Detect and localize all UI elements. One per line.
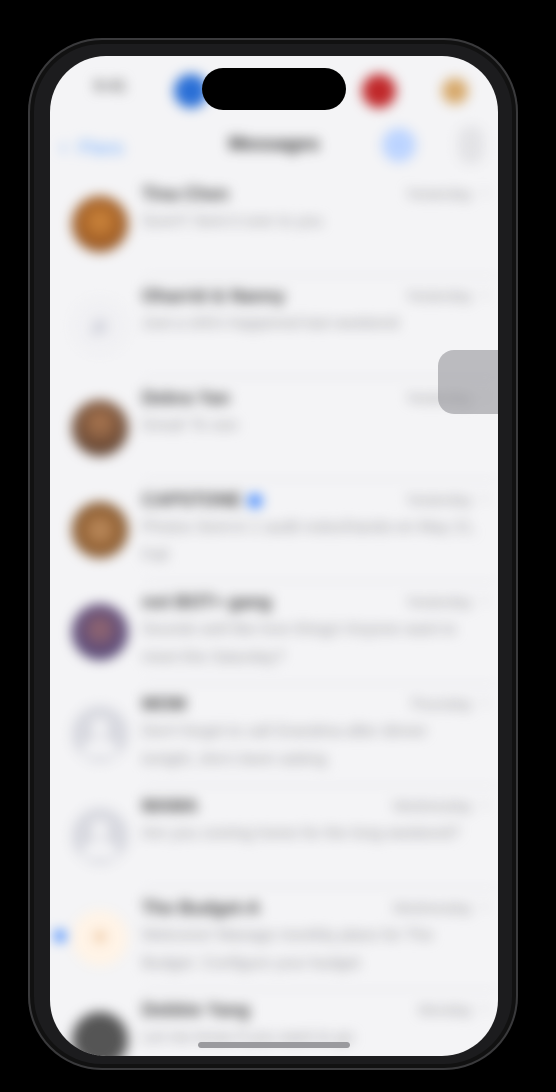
conversation-name: CAPSTONE [142, 490, 388, 511]
chevron-right-icon: › [482, 796, 488, 813]
conversation-time: Yesterday [405, 492, 472, 509]
conversation-time: Thursday [409, 696, 472, 713]
dynamic-island [202, 68, 346, 110]
conversation-time: Yesterday [405, 594, 472, 611]
avatar [72, 196, 128, 252]
conversation-preview: Sounds well like love things! Anyone wan… [142, 621, 456, 666]
status-time: 9:41 [94, 78, 127, 95]
more-icon[interactable] [458, 126, 484, 164]
conversation-name: Oharrid & Nanny [142, 286, 286, 306]
conversation-preview: Just a shit's happened last weekend [142, 315, 399, 332]
conversation-time: Monday [418, 1002, 472, 1019]
home-indicator[interactable] [198, 1042, 350, 1048]
conversation-preview: Don't forget to call Grandma after dinne… [142, 723, 427, 768]
conversation-time: Yesterday [405, 288, 472, 305]
conversation-name-text: CAPSTONE [142, 490, 242, 510]
avatar [72, 604, 128, 660]
conversation-row[interactable]: Tina Chen Yesterday › Sure!!! Sent it ov… [50, 174, 498, 276]
conversation-preview: Welcome! Manage monthly plans for The Bu… [142, 927, 434, 972]
conversation-preview: Sure!!! Sent it over to you [142, 213, 323, 230]
conversation-time: Yesterday [405, 186, 472, 203]
logo-icon: ✦ [72, 910, 128, 966]
avatar [72, 400, 128, 456]
conversation-preview: Are you coming home for the long weekend… [142, 825, 460, 842]
conversation-time: Wednesday [393, 900, 472, 917]
chevron-right-icon: › [482, 286, 488, 303]
avatar [72, 502, 128, 558]
conversation-row[interactable]: CAPSTONE Yesterday › Photos Sent-in 1 au… [50, 480, 498, 582]
chevron-right-icon: › [482, 490, 488, 507]
conversation-row[interactable]: not BOT+ gang Yesterday › Sounds well li… [50, 582, 498, 684]
chevron-right-icon: › [482, 184, 488, 201]
page-title: Messages [228, 134, 320, 155]
conversation-name: MAMA [142, 796, 198, 816]
conversation-name: not BOT+ gang [142, 592, 272, 612]
chevron-right-icon: › [482, 1000, 488, 1017]
conversation-name: Tina Chen [142, 184, 229, 204]
compose-icon[interactable] [382, 128, 416, 162]
person-icon [72, 706, 128, 762]
conversation-row[interactable]: Debra Yan Yesterday › Great! To see [50, 378, 498, 480]
battery-icon [442, 78, 468, 104]
conversation-name: The Budget-A [142, 898, 260, 918]
conversation-preview: Great! To see [142, 417, 238, 434]
chevron-right-icon: › [482, 898, 488, 915]
conversation-list: Tina Chen Yesterday › Sure!!! Sent it ov… [50, 174, 498, 1056]
conversation-name: Debbie Yang [142, 1000, 250, 1020]
unread-dot-icon [54, 930, 66, 942]
conversation-row[interactable]: MOM Thursday › Don't forget to call Gran… [50, 684, 498, 786]
conversation-row[interactable]: ⌕ Oharrid & Nanny Yesterday › Just a shi… [50, 276, 498, 378]
search-icon: ⌕ [72, 298, 128, 354]
avatar [72, 1012, 128, 1056]
phone-screen: 9:41 ‹ Plans Messages Tina Chen Yesterda… [50, 56, 498, 1056]
conversation-row[interactable]: ✦ The Budget-A Wednesday › Welcome! Mana… [50, 888, 498, 990]
person-icon [72, 808, 128, 864]
verified-icon [247, 494, 262, 509]
conversation-preview: Photos Sent-in 1 audit notes/hands-on Ma… [142, 519, 476, 564]
chevron-right-icon: › [482, 592, 488, 609]
conversation-row[interactable]: MAMA Wednesday › Are you coming home for… [50, 786, 498, 888]
conversation-name: Debra Yan [142, 388, 230, 408]
assistive-touch-button[interactable] [438, 350, 498, 414]
nav-bar: ‹ Plans Messages [50, 120, 498, 172]
red-indicator-icon [362, 74, 396, 108]
chevron-right-icon: › [482, 694, 488, 711]
conversation-name: MOM [142, 694, 186, 714]
blurred-content: 9:41 ‹ Plans Messages Tina Chen Yesterda… [50, 56, 498, 1056]
conversation-time: Wednesday [393, 798, 472, 815]
